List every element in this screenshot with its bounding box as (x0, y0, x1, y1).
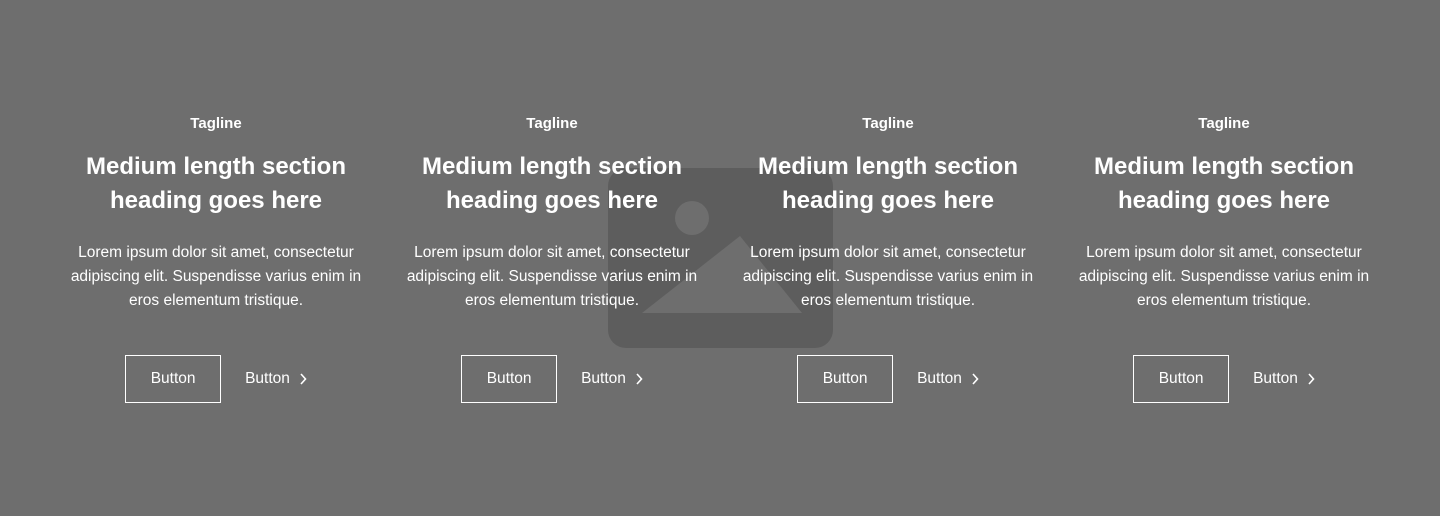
feature-columns: Tagline Medium length section heading go… (0, 0, 1440, 516)
tagline: Tagline (862, 115, 914, 132)
section-heading: Medium length section heading goes here (757, 153, 1018, 214)
chevron-right-icon (1307, 373, 1315, 385)
primary-button[interactable]: Button (797, 355, 894, 403)
secondary-button-label: Button (245, 370, 290, 387)
secondary-button-label: Button (581, 370, 626, 387)
section-heading: Medium length section heading goes here (1093, 153, 1354, 214)
secondary-button-label: Button (917, 370, 962, 387)
section-heading: Medium length section heading goes here (85, 153, 346, 214)
button-group: Button Button (797, 355, 979, 403)
body-text: Lorem ipsum dolor sit amet, consectetur … (406, 244, 698, 309)
feature-column: Tagline Medium length section heading go… (384, 0, 720, 516)
body-text: Lorem ipsum dolor sit amet, consectetur … (742, 244, 1034, 309)
secondary-link-button[interactable]: Button (245, 370, 307, 388)
primary-button[interactable]: Button (461, 355, 558, 403)
primary-button[interactable]: Button (125, 355, 222, 403)
button-group: Button Button (1133, 355, 1315, 403)
tagline: Tagline (526, 115, 578, 132)
feature-column: Tagline Medium length section heading go… (48, 0, 384, 516)
secondary-link-button[interactable]: Button (917, 370, 979, 388)
button-group: Button Button (461, 355, 643, 403)
feature-column: Tagline Medium length section heading go… (1056, 0, 1392, 516)
tagline: Tagline (1198, 115, 1250, 132)
secondary-link-button[interactable]: Button (1253, 370, 1315, 388)
section-heading: Medium length section heading goes here (421, 153, 682, 214)
chevron-right-icon (299, 373, 307, 385)
primary-button[interactable]: Button (1133, 355, 1230, 403)
feature-column: Tagline Medium length section heading go… (720, 0, 1056, 516)
body-text: Lorem ipsum dolor sit amet, consectetur … (1078, 244, 1370, 309)
chevron-right-icon (635, 373, 643, 385)
body-text: Lorem ipsum dolor sit amet, consectetur … (70, 244, 362, 309)
secondary-button-label: Button (1253, 370, 1298, 387)
button-group: Button Button (125, 355, 307, 403)
chevron-right-icon (971, 373, 979, 385)
secondary-link-button[interactable]: Button (581, 370, 643, 388)
tagline: Tagline (190, 115, 242, 132)
